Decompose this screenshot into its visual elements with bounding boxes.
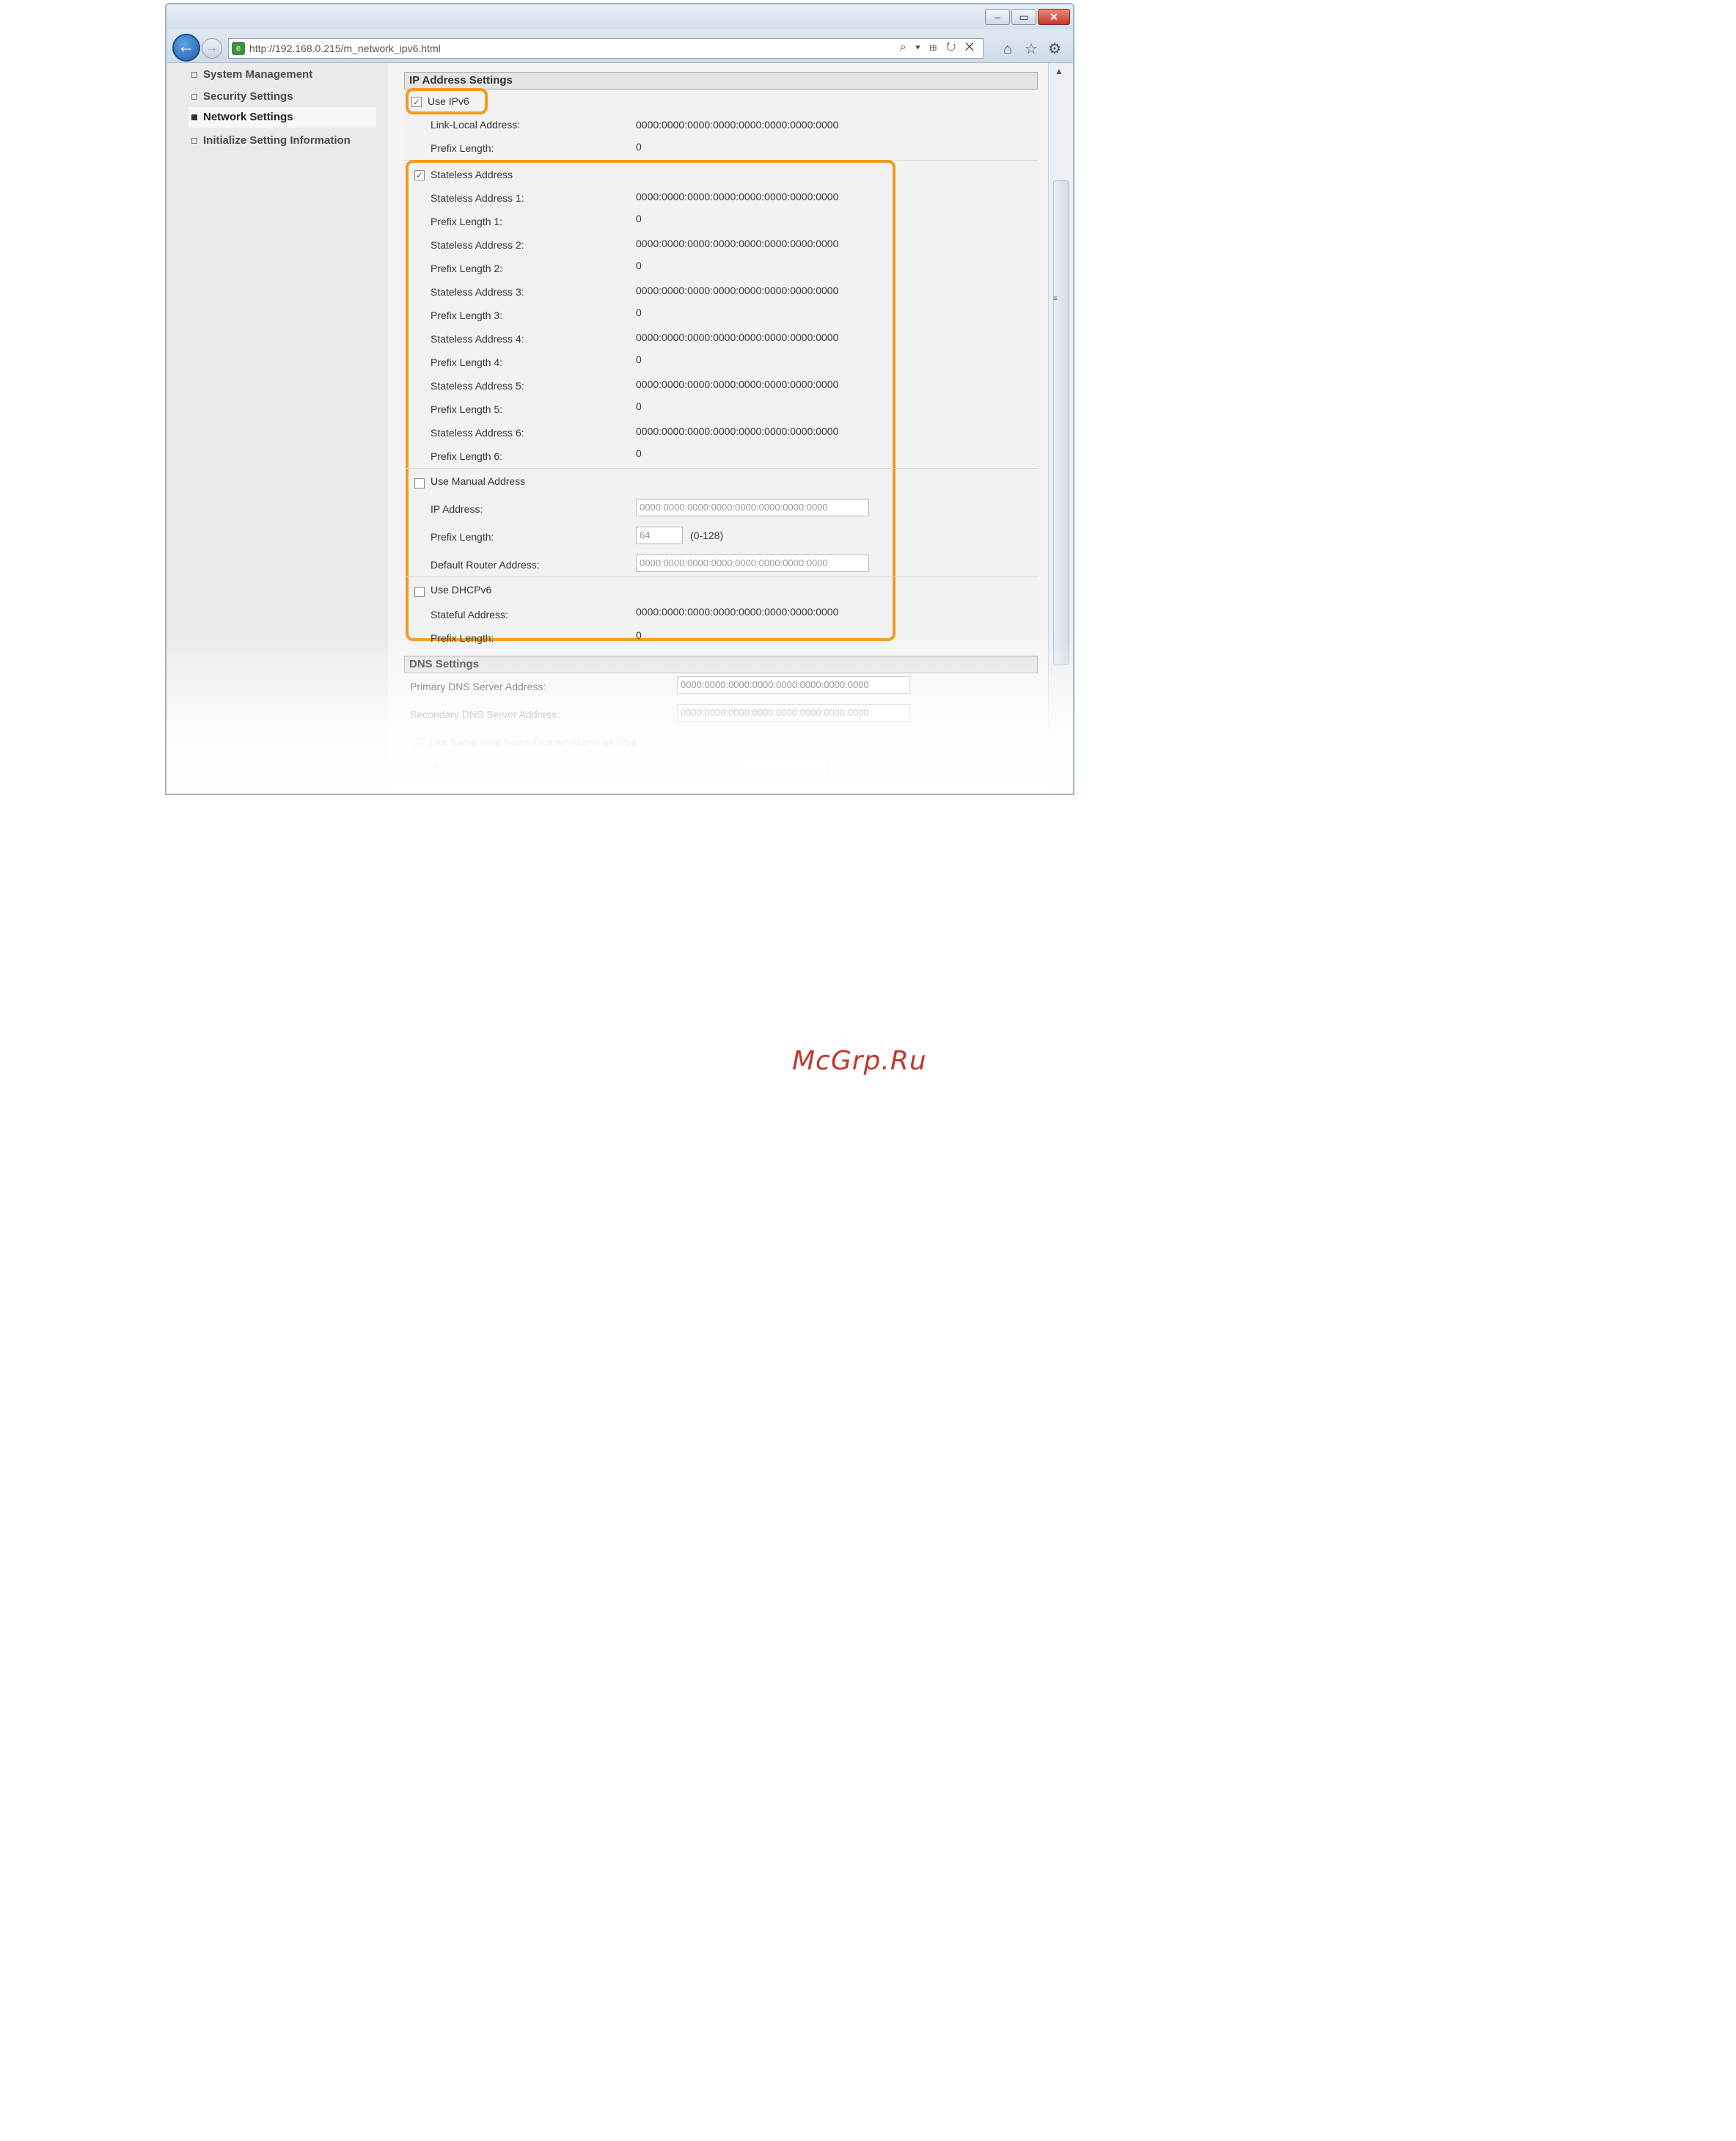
stateless-row-value: 0000:0000:0000:0000:0000:0000:0000:0000 bbox=[636, 191, 839, 202]
use-dhcpv6-label: Use DHCPv6 bbox=[431, 584, 492, 596]
use-manual-address-checkbox[interactable] bbox=[414, 478, 425, 488]
sidebar-item-label: System Management bbox=[203, 68, 313, 81]
stateless-row-label: Prefix Length 4: bbox=[431, 356, 503, 368]
use-dhcpv6-checkbox[interactable] bbox=[414, 587, 425, 597]
close-button[interactable]: ✕ bbox=[1038, 9, 1070, 25]
stateful-prefix-value: 0 bbox=[636, 629, 642, 641]
bullet-icon bbox=[191, 72, 197, 78]
stateless-row-value: 0000:0000:0000:0000:0000:0000:0000:0000 bbox=[636, 285, 839, 296]
stateless-row-label: Prefix Length 5: bbox=[431, 403, 503, 415]
stateless-row-label: Stateless Address 5: bbox=[431, 380, 524, 392]
favorites-star-icon[interactable]: ☆ bbox=[1022, 40, 1041, 59]
link-local-prefix-label: Prefix Length: bbox=[431, 142, 494, 154]
link-local-label: Link-Local Address: bbox=[431, 119, 521, 131]
url-text: http://192.168.0.215/m_network_ipv6.html bbox=[249, 43, 441, 54]
home-icon[interactable]: ⌂ bbox=[998, 40, 1017, 59]
stateless-row-value: 0 bbox=[636, 400, 642, 412]
stateless-row-value: 0000:0000:0000:0000:0000:0000:0000:0000 bbox=[636, 378, 839, 390]
stateless-row-label: Prefix Length 6: bbox=[431, 450, 503, 462]
manual-prefix-label: Prefix Length: bbox=[431, 531, 494, 543]
link-local-value: 0000:0000:0000:0000:0000:0000:0000:0000 bbox=[636, 119, 839, 131]
back-button[interactable]: ← bbox=[172, 34, 200, 62]
scrollbar-thumb[interactable] bbox=[1053, 180, 1069, 665]
stateless-address-label: Stateless Address bbox=[431, 169, 513, 180]
scroll-up-arrow-icon[interactable]: ▲ bbox=[1055, 66, 1063, 76]
sidebar-item-system-management[interactable]: System Management bbox=[191, 65, 379, 85]
stateless-row-label: Stateless Address 4: bbox=[431, 333, 524, 345]
title-bar: – ▭ ✕ bbox=[166, 4, 1073, 29]
stateless-row-value: 0000:0000:0000:0000:0000:0000:0000:0000 bbox=[636, 238, 839, 249]
link-local-prefix-value: 0 bbox=[636, 141, 642, 153]
bullet-icon bbox=[191, 94, 197, 100]
stateless-row-label: Stateless Address 2: bbox=[431, 239, 524, 251]
address-tools-icons[interactable]: ⌕ ▾ ⊞ ↻ ✕ bbox=[900, 41, 977, 54]
sidebar-item-initialize-setting-information[interactable]: Initialize Setting Information bbox=[191, 131, 379, 151]
stateless-row-label: Stateless Address 1: bbox=[431, 192, 524, 204]
minimize-button[interactable]: – bbox=[985, 9, 1010, 25]
vertical-scrollbar[interactable]: ▲ ≡ bbox=[1048, 63, 1073, 794]
bullet-icon bbox=[191, 138, 197, 144]
host-name-label: Host Name: bbox=[410, 761, 464, 773]
sidebar-item-label: Network Settings bbox=[203, 111, 293, 123]
stateless-row-label: Stateless Address 3: bbox=[431, 286, 524, 298]
browser-window: – ▭ ✕ ← → e http://192.168.0.215/m_netwo… bbox=[165, 3, 1074, 795]
stateless-row-value: 0 bbox=[636, 354, 642, 365]
divider bbox=[404, 468, 1038, 469]
stateful-address-label: Stateful Address: bbox=[431, 609, 508, 621]
ip-settings-body: ✓ Use IPv6 Link-Local Address: 0000:0000… bbox=[404, 88, 1038, 644]
stateless-row-value: 0 bbox=[636, 213, 642, 224]
stateless-row-label: Prefix Length 1: bbox=[431, 216, 503, 227]
stateless-row-label: Prefix Length 2: bbox=[431, 263, 503, 274]
default-router-label: Default Router Address: bbox=[431, 559, 540, 571]
secondary-dns-label: Secondary DNS Server Address: bbox=[410, 709, 560, 720]
host-name-input[interactable]: Canon1bac07 bbox=[677, 758, 828, 776]
stateless-row-label: Stateless Address 6: bbox=[431, 427, 524, 439]
same-host-name-checkbox[interactable]: ✓ bbox=[413, 738, 423, 748]
dns-settings-header: DNS Settings bbox=[404, 656, 1038, 673]
forward-button[interactable]: → bbox=[202, 38, 222, 59]
sidebar: System Management Security Settings Netw… bbox=[166, 63, 388, 794]
sidebar-item-label: Security Settings bbox=[203, 90, 293, 103]
primary-dns-label: Primary DNS Server Address: bbox=[410, 681, 546, 692]
stateless-row-value: 0 bbox=[636, 307, 642, 318]
main-panel: IP Address Settings ✓ Use IPv6 Link-Loca… bbox=[388, 63, 1048, 794]
stateless-address-checkbox[interactable]: ✓ bbox=[414, 170, 425, 180]
gear-icon[interactable]: ⚙ bbox=[1045, 40, 1064, 59]
sidebar-item-security-settings[interactable]: Security Settings bbox=[191, 87, 379, 107]
page-content: System Management Security Settings Netw… bbox=[166, 63, 1073, 794]
address-bar[interactable]: e http://192.168.0.215/m_network_ipv6.ht… bbox=[228, 38, 984, 59]
manual-prefix-input[interactable]: 64 bbox=[636, 527, 683, 544]
primary-dns-input[interactable]: 0000:0000:0000:0000:0000:0000:0000:0000 bbox=[677, 676, 910, 694]
same-host-name-label: Use Same Host Name/Domain Name as IPv4 bbox=[429, 736, 637, 748]
stateful-prefix-label: Prefix Length: bbox=[431, 632, 494, 644]
stateless-row-value: 0 bbox=[636, 447, 642, 459]
stateless-row-value: 0000:0000:0000:0000:0000:0000:0000:0000 bbox=[636, 425, 839, 437]
site-icon: e bbox=[232, 42, 245, 55]
watermark-text: McGrp.Ru bbox=[792, 1046, 927, 1076]
manual-ip-input[interactable]: 0000:0000:0000:0000:0000:0000:0000:0000 bbox=[636, 499, 869, 516]
ip-settings-header: IP Address Settings bbox=[404, 72, 1038, 89]
use-ipv6-highlight bbox=[406, 88, 488, 114]
scroll-grip-icon: ≡ bbox=[1053, 295, 1058, 303]
manual-prefix-range: (0-128) bbox=[690, 530, 724, 541]
manual-ip-label: IP Address: bbox=[431, 503, 483, 515]
maximize-button[interactable]: ▭ bbox=[1011, 9, 1036, 25]
stateless-row-value: 0 bbox=[636, 260, 642, 271]
sidebar-item-network-settings[interactable]: Network Settings bbox=[188, 107, 376, 128]
use-manual-address-label: Use Manual Address bbox=[431, 475, 526, 487]
stateless-row-label: Prefix Length 3: bbox=[431, 310, 503, 321]
bullet-icon bbox=[191, 114, 197, 121]
navigation-bar: ← → e http://192.168.0.215/m_network_ipv… bbox=[166, 29, 1073, 63]
sidebar-item-label: Initialize Setting Information bbox=[203, 134, 351, 147]
default-router-input[interactable]: 0000:0000:0000:0000:0000:0000:0000:0000 bbox=[636, 555, 869, 572]
secondary-dns-input[interactable]: 0000:0000:0000:0000:0000:0000:0000:0000 bbox=[677, 704, 910, 722]
stateful-address-value: 0000:0000:0000:0000:0000:0000:0000:0000 bbox=[636, 606, 839, 618]
stateless-row-value: 0000:0000:0000:0000:0000:0000:0000:0000 bbox=[636, 332, 839, 343]
